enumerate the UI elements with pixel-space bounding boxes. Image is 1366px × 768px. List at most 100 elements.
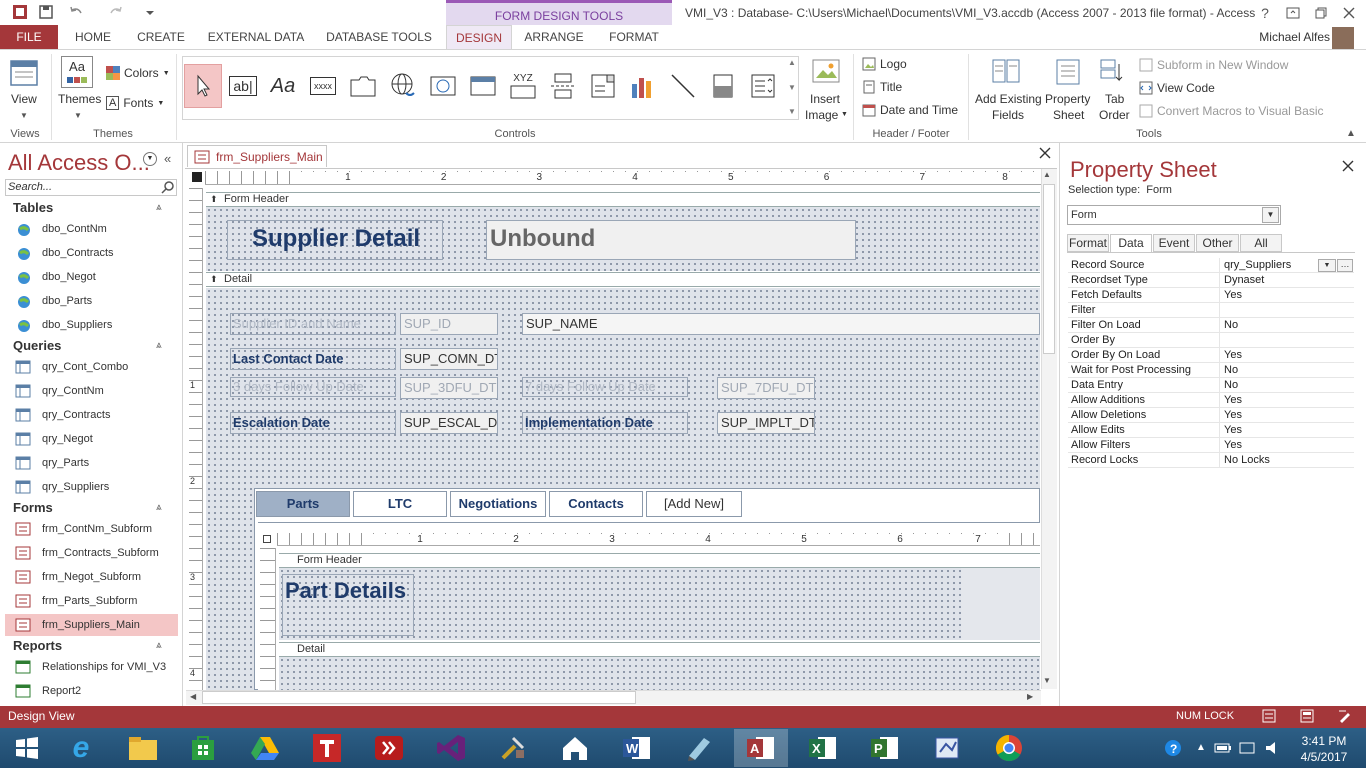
app-remote-icon[interactable]: [362, 729, 416, 767]
ribbon-display-icon[interactable]: [1278, 0, 1308, 25]
customize-qat-icon[interactable]: [140, 3, 160, 21]
insert-image-icon[interactable]: [811, 58, 841, 86]
file-tab[interactable]: FILE: [0, 25, 58, 49]
user-name[interactable]: Michael Alfes: [1259, 30, 1330, 44]
property-row[interactable]: Wait for Post Processing No: [1068, 363, 1354, 378]
nav-item-query[interactable]: qry_ContNm: [14, 380, 178, 402]
nav-item-form[interactable]: frm_Contracts_Subform: [14, 542, 178, 564]
subform-form-header-bar[interactable]: Form Header: [279, 553, 1040, 568]
shutter-bar-icon[interactable]: «: [164, 151, 171, 166]
search-icon[interactable]: [161, 180, 175, 194]
collapse-tables-icon[interactable]: ⩓: [156, 202, 162, 213]
ptab-all[interactable]: All: [1240, 234, 1282, 252]
close-window-icon[interactable]: [1334, 0, 1364, 25]
property-row[interactable]: Allow Additions Yes: [1068, 393, 1354, 408]
tab-negotiations[interactable]: Negotiations: [450, 491, 546, 517]
form-header-bar[interactable]: Form Header: [206, 192, 1040, 207]
notification-icon[interactable]: ?: [1162, 738, 1186, 758]
property-row[interactable]: Order By: [1068, 333, 1354, 348]
show-hidden-icons-icon[interactable]: ▲: [1196, 742, 1206, 753]
tab-external-data[interactable]: EXTERNAL DATA: [198, 25, 314, 49]
implementation-label[interactable]: Implementation Date: [522, 412, 688, 434]
notes-app-icon[interactable]: [672, 729, 726, 767]
nav-item-table[interactable]: dbo_Negot: [14, 266, 178, 288]
file-explorer-icon[interactable]: [116, 729, 170, 767]
form-view-icon[interactable]: [1262, 709, 1276, 723]
tab-order-icon[interactable]: [1099, 58, 1127, 86]
redo-icon[interactable]: [106, 3, 126, 21]
collapse-forms-icon[interactable]: ⩓: [156, 502, 162, 513]
nav-item-query[interactable]: qry_Negot: [14, 428, 178, 450]
sup-7dfu-dt-field[interactable]: SUP_7DFU_DT: [717, 377, 815, 399]
tab-order-label-1[interactable]: Tab: [1105, 92, 1124, 106]
insert-image-label-1[interactable]: Insert: [810, 92, 840, 106]
nav-item-table[interactable]: dbo_Contracts: [14, 242, 178, 264]
sup-escal-dt-field[interactable]: SUP_ESCAL_DT: [400, 412, 498, 434]
fonts-button[interactable]: A Fonts ▼: [106, 96, 164, 110]
header-title-label[interactable]: Supplier Detail: [227, 220, 443, 260]
nav-item-table[interactable]: dbo_Parts: [14, 290, 178, 312]
view-label[interactable]: View: [11, 92, 37, 106]
undo-icon[interactable]: [66, 3, 86, 21]
object-selector[interactable]: Form: [1067, 205, 1281, 225]
internet-explorer-icon[interactable]: e: [54, 729, 108, 767]
start-button-icon[interactable]: [0, 729, 54, 767]
add-existing-label-2[interactable]: Fields: [992, 108, 1024, 122]
sup-implt-dt-field[interactable]: SUP_IMPLT_DT: [717, 412, 815, 434]
convert-macros-button[interactable]: Convert Macros to Visual Basic: [1139, 104, 1324, 118]
nav-item-query[interactable]: qry_Parts: [14, 452, 178, 474]
view-code-button[interactable]: View Code: [1139, 81, 1215, 95]
tools-app-icon[interactable]: [486, 729, 540, 767]
sup-comn-dt-field[interactable]: SUP_COMN_DT: [400, 348, 498, 370]
detail-bar[interactable]: Detail: [206, 272, 1040, 287]
view-dropdown-icon[interactable]: ▼: [20, 111, 28, 120]
title-button[interactable]: Title: [862, 80, 902, 94]
scroll-up-icon[interactable]: ▲: [1043, 170, 1051, 179]
property-sheet-label-2[interactable]: Sheet: [1053, 108, 1084, 122]
visio-icon[interactable]: [920, 729, 974, 767]
tab-design[interactable]: DESIGN: [446, 25, 512, 49]
combo-box-icon[interactable]: [584, 64, 622, 108]
gallery-scroll[interactable]: ▲ ▼ ▼: [787, 58, 797, 116]
collapse-reports-icon[interactable]: ⩓: [156, 640, 162, 651]
clock-time[interactable]: 3:41 PM: [1296, 734, 1352, 748]
themes-label[interactable]: Themes: [58, 92, 101, 106]
nav-pane-title[interactable]: All Access O...: [8, 150, 150, 176]
nav-item-form[interactable]: frm_ContNm_Subform: [14, 518, 178, 540]
restore-icon[interactable]: [1306, 0, 1336, 25]
sup-name-field[interactable]: SUP_NAME: [522, 313, 1040, 335]
tab-parts[interactable]: Parts: [256, 491, 350, 517]
property-row[interactable]: Fetch Defaults Yes: [1068, 288, 1354, 303]
app-icon[interactable]: [10, 3, 30, 21]
label-control-icon[interactable]: Aa: [264, 64, 302, 108]
last-contact-label[interactable]: Last Contact Date: [230, 348, 396, 370]
tab-home[interactable]: HOME: [62, 25, 124, 49]
nav-item-table[interactable]: dbo_Suppliers: [14, 314, 178, 336]
nav-item-query[interactable]: qry_Contracts: [14, 404, 178, 426]
date-time-button[interactable]: Date and Time: [862, 103, 958, 117]
property-row[interactable]: Record Locks No Locks: [1068, 453, 1354, 468]
project-icon[interactable]: P: [858, 729, 912, 767]
document-tab[interactable]: frm_Suppliers_Main: [187, 145, 327, 167]
gallery-more-icon[interactable]: ▼: [788, 107, 796, 116]
escalation-label[interactable]: Escalation Date: [230, 412, 396, 434]
nav-item-report[interactable]: Report2: [14, 680, 178, 702]
insert-image-dropdown-icon[interactable]: ▼: [841, 111, 848, 118]
tab-database-tools[interactable]: DATABASE TOOLS: [320, 25, 438, 49]
property-sheet-icon[interactable]: [1054, 58, 1082, 86]
toggle-button-icon[interactable]: [704, 64, 742, 108]
web-browser-icon[interactable]: [424, 64, 462, 108]
tab-control-icon[interactable]: [344, 64, 382, 108]
collapse-queries-icon[interactable]: ⩓: [156, 340, 162, 351]
nav-item-form[interactable]: frm_Negot_Subform: [14, 566, 178, 588]
themes-dropdown-icon[interactable]: ▼: [74, 111, 82, 120]
navigation-control-icon[interactable]: [464, 64, 502, 108]
layout-view-icon[interactable]: [1300, 709, 1314, 723]
network-icon[interactable]: [1238, 740, 1256, 756]
nav-item-form[interactable]: frm_Parts_Subform: [14, 590, 178, 612]
nav-item-query[interactable]: qry_Cont_Combo: [14, 356, 178, 378]
sup-3dfu-dt-field[interactable]: SUP_3DFU_DT: [400, 377, 498, 399]
scroll-down-icon[interactable]: ▼: [1043, 676, 1051, 685]
home-icon[interactable]: [548, 729, 602, 767]
save-icon[interactable]: [36, 3, 56, 21]
